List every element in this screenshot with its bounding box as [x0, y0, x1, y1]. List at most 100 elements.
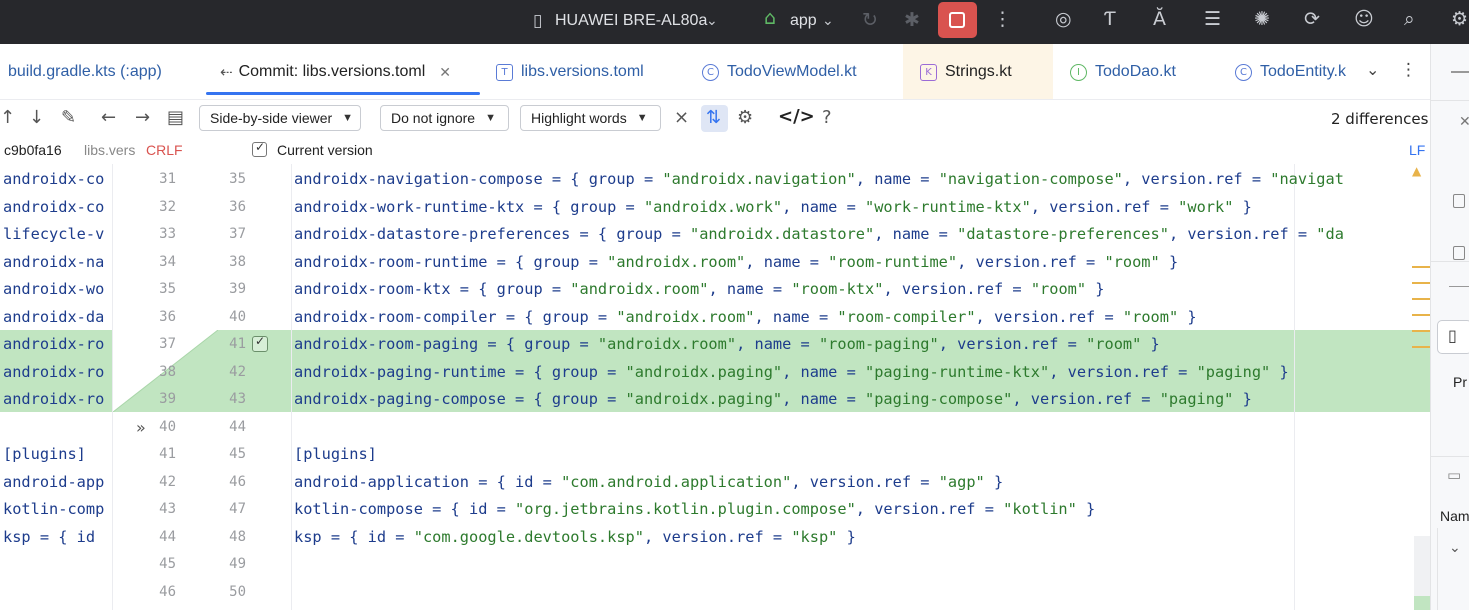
- panel-square-icon[interactable]: [1453, 246, 1465, 260]
- left-line-number: 41: [159, 446, 176, 462]
- right-code-line: androidx-room-compiler = { group = "andr…: [294, 307, 1197, 326]
- collapse-icon[interactable]: ⨯: [674, 107, 689, 128]
- tab-strings[interactable]: K Strings.kt: [920, 44, 1012, 100]
- right-line-number: 46: [229, 473, 246, 490]
- tab-libs-versions[interactable]: T libs.versions.toml: [496, 44, 644, 100]
- left-line-number: 35: [159, 281, 176, 297]
- left-code-line: lifecycle-v: [3, 225, 105, 243]
- left-line-number: 33: [159, 226, 176, 242]
- change-marker: [1412, 346, 1430, 348]
- left-code-line: androidx-ro: [3, 362, 105, 381]
- left-line-number: 38: [159, 363, 176, 380]
- left-code-panel: androidx-co androidx-co lifecycle-v android…: [3, 166, 111, 606]
- right-line-number: 37: [229, 226, 246, 242]
- search-icon[interactable]: ⌕: [1404, 9, 1415, 29]
- translate-icon[interactable]: Ƭ: [1104, 9, 1116, 29]
- right-line-number: 45: [229, 446, 246, 462]
- left-line-number: 44: [159, 528, 176, 545]
- more-vertical-icon[interactable]: ⋮: [993, 9, 1012, 29]
- panel-square-icon[interactable]: [1453, 194, 1465, 208]
- left-code-line: ksp = { id: [3, 527, 105, 546]
- right-line-separator[interactable]: LF: [1409, 142, 1425, 158]
- change-marker: [1412, 330, 1430, 332]
- left-line-number: 32: [159, 198, 176, 215]
- tab-close-icon[interactable]: ✕: [439, 64, 451, 81]
- left-line-separator[interactable]: CRLF: [146, 142, 183, 158]
- diff-toolbar: ↑ ↓ ✎ ← → ▤ Side-by-side viewer ▼ Do not…: [0, 100, 1430, 138]
- right-line-number: 39: [229, 281, 246, 297]
- help-button[interactable]: ?: [822, 107, 832, 128]
- right-line-numbers: 35 36 37 38 39 40 41 42 43 44 45 46 47 48 49 50: [210, 166, 246, 606]
- panel-header: [1431, 44, 1469, 101]
- next-difference-icon[interactable]: ↓: [29, 107, 44, 128]
- tabs-chevron-down-icon[interactable]: ⌄: [1366, 60, 1379, 79]
- stop-button[interactable]: [938, 2, 977, 38]
- file-list-icon[interactable]: ▤: [167, 107, 184, 128]
- folder-icon[interactable]: ▭: [1447, 466, 1461, 484]
- apply-arrow-icon[interactable]: »: [136, 418, 146, 437]
- android-app-icon: ⌂: [764, 7, 777, 29]
- highlight-label: Highlight words: [531, 110, 627, 126]
- prev-difference-icon[interactable]: ↑: [0, 107, 15, 128]
- right-line-number: 38: [229, 253, 246, 270]
- device-button[interactable]: ▯: [1437, 320, 1469, 354]
- forward-arrow-icon[interactable]: →: [135, 107, 150, 128]
- panel-separator-icon: [1449, 286, 1469, 287]
- change-marker: [1412, 298, 1430, 300]
- run-config-selector[interactable]: app: [790, 12, 817, 30]
- apply-change-checkbox[interactable]: ✓: [252, 334, 268, 352]
- editor-tab-bar: build.gradle.kts (:app) ⇠ Commit: libs.v…: [0, 44, 1430, 100]
- list-icon[interactable]: ☰: [1204, 9, 1221, 29]
- back-arrow-icon[interactable]: ←: [101, 107, 116, 128]
- edit-pencil-icon[interactable]: ✎: [61, 107, 76, 128]
- text-file-icon: T: [496, 63, 513, 81]
- tab-todo-viewmodel[interactable]: C TodoViewModel.kt: [702, 44, 857, 100]
- right-code-line: ksp = { id = "com.google.devtools.ksp", …: [294, 527, 856, 546]
- right-code-line: androidx-room-paging = { group = "androi…: [294, 335, 1160, 353]
- kotlin-interface-icon: I: [1070, 63, 1087, 81]
- panel-close-icon[interactable]: ✕: [1459, 114, 1469, 130]
- bug-report-icon[interactable]: ✺: [1254, 9, 1270, 29]
- sync-icon[interactable]: ◎: [1055, 9, 1072, 29]
- whitespace-select[interactable]: Do not ignore ▼: [380, 105, 509, 131]
- warning-icon[interactable]: ▲: [1412, 164, 1421, 178]
- tabs-more-icon[interactable]: ⋮: [1400, 60, 1417, 80]
- left-code-line: [3, 579, 111, 607]
- left-code-line: androidx-na: [3, 252, 105, 271]
- tab-todo-dao[interactable]: I TodoDao.kt: [1070, 44, 1176, 100]
- diff-body: androidx-co androidx-co lifecycle-v android…: [0, 164, 1430, 610]
- right-code-line: androidx-datastore-preferences = { group…: [294, 225, 1344, 243]
- right-code-line: [294, 414, 1414, 442]
- device-chevron-down-icon[interactable]: ⌄: [706, 11, 718, 31]
- device-selector[interactable]: HUAWEI BRE-AL80a: [555, 12, 707, 30]
- code-diff-icon[interactable]: </>: [778, 106, 815, 127]
- left-code-line: [3, 414, 111, 442]
- left-line-number: 46: [159, 583, 176, 600]
- right-code-line: androidx-work-runtime-ktx = { group = "a…: [294, 197, 1252, 216]
- sync-scroll-toggle[interactable]: ⇅: [701, 105, 728, 132]
- left-line-number: 42: [159, 473, 176, 490]
- phone-icon: ▯: [533, 11, 543, 31]
- rerun-icon[interactable]: ↻: [862, 10, 878, 30]
- dropdown-caret-icon: ▼: [485, 112, 496, 124]
- settings-gear-icon[interactable]: ⚙: [1451, 9, 1468, 29]
- debug-icon[interactable]: ✱: [904, 10, 920, 30]
- tab-build-gradle[interactable]: build.gradle.kts (:app): [8, 44, 162, 100]
- viewer-mode-select[interactable]: Side-by-side viewer ▼: [199, 105, 361, 131]
- device-mirror-icon[interactable]: ⟳: [1304, 9, 1320, 29]
- left-code-line: androidx-ro: [3, 335, 105, 353]
- current-version-checkbox[interactable]: ✓: [252, 140, 267, 157]
- run-config-chevron-down-icon[interactable]: ⌄: [822, 11, 834, 31]
- tab-todo-entity[interactable]: C TodoEntity.k: [1235, 44, 1346, 100]
- tab-label: Commit: libs.versions.toml: [238, 63, 426, 80]
- left-code-line: android-app: [3, 472, 105, 491]
- panel-label-name: Nam: [1440, 508, 1469, 524]
- highlight-select[interactable]: Highlight words ▼: [520, 105, 661, 131]
- settings-gear-icon[interactable]: ⚙: [737, 107, 753, 128]
- right-version-label: Current version: [277, 142, 373, 158]
- minimize-icon[interactable]: [1451, 71, 1469, 73]
- left-code-line: [plugins]: [3, 445, 86, 463]
- font-size-icon[interactable]: Ă: [1153, 9, 1166, 29]
- panel-chevron-down-icon[interactable]: ⌄: [1449, 540, 1461, 556]
- assistant-icon[interactable]: ☺: [1354, 9, 1374, 29]
